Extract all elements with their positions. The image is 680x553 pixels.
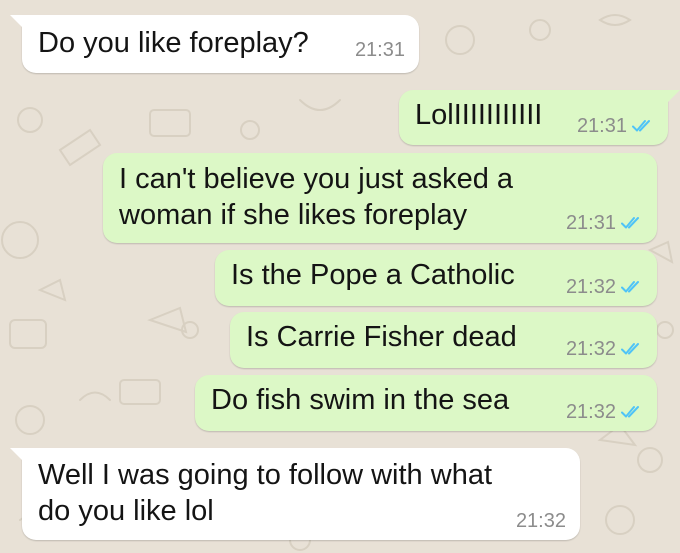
- message-time: 21:31: [354, 39, 405, 61]
- message-text-line-1: I can't believe you just asked a: [119, 163, 514, 195]
- outgoing-message[interactable]: Is Carrie Fisher dead 21:32: [230, 312, 657, 368]
- message-text: Is Carrie Fisher dead: [246, 321, 517, 353]
- message-meta: 21:32: [566, 277, 643, 297]
- message-text: Do fish swim in the sea: [211, 384, 510, 416]
- message-time: 21:32: [565, 338, 616, 360]
- outgoing-message[interactable]: Do fish swim in the sea 21:32: [195, 375, 657, 431]
- message-time: 21:31: [565, 212, 616, 234]
- read-double-check-icon: [621, 406, 639, 418]
- incoming-message[interactable]: Well I was going to follow with what do …: [10, 448, 580, 540]
- message-time: 21:32: [565, 276, 616, 298]
- bubble-tail: [10, 448, 28, 466]
- read-double-check-icon: [632, 120, 650, 132]
- message-meta: 21:32: [566, 402, 643, 422]
- read-double-check-icon: [621, 343, 639, 355]
- message-text-line-2: woman if she likes foreplay: [119, 199, 468, 231]
- read-double-check-icon: [621, 217, 639, 229]
- read-double-check-icon: [621, 281, 639, 293]
- message-meta: 21:32: [566, 339, 643, 359]
- message-meta: 21:31: [577, 116, 654, 136]
- bubble-tail: [662, 90, 680, 108]
- message-text-line-2: do you like lol: [38, 495, 214, 527]
- message-meta: 21:31: [355, 40, 405, 60]
- message-meta: 21:31: [566, 213, 643, 233]
- outgoing-message[interactable]: I can't believe you just asked a woman i…: [103, 153, 657, 243]
- bubble-tail: [10, 15, 28, 33]
- message-text: Is the Pope a Catholic: [231, 259, 515, 291]
- outgoing-message[interactable]: Is the Pope a Catholic 21:32: [215, 250, 657, 306]
- message-time: 21:32: [565, 401, 616, 423]
- outgoing-message[interactable]: LolIIIIIIIIIII 21:31: [399, 90, 680, 145]
- message-meta: 21:32: [516, 511, 566, 531]
- message-text: Do you like foreplay?: [38, 27, 309, 59]
- message-time: 21:32: [515, 510, 566, 532]
- incoming-message[interactable]: Do you like foreplay? 21:31: [10, 15, 419, 73]
- message-text: LolIIIIIIIIIII: [415, 99, 543, 131]
- message-text-line-1: Well I was going to follow with what: [38, 459, 493, 491]
- message-time: 21:31: [576, 115, 627, 137]
